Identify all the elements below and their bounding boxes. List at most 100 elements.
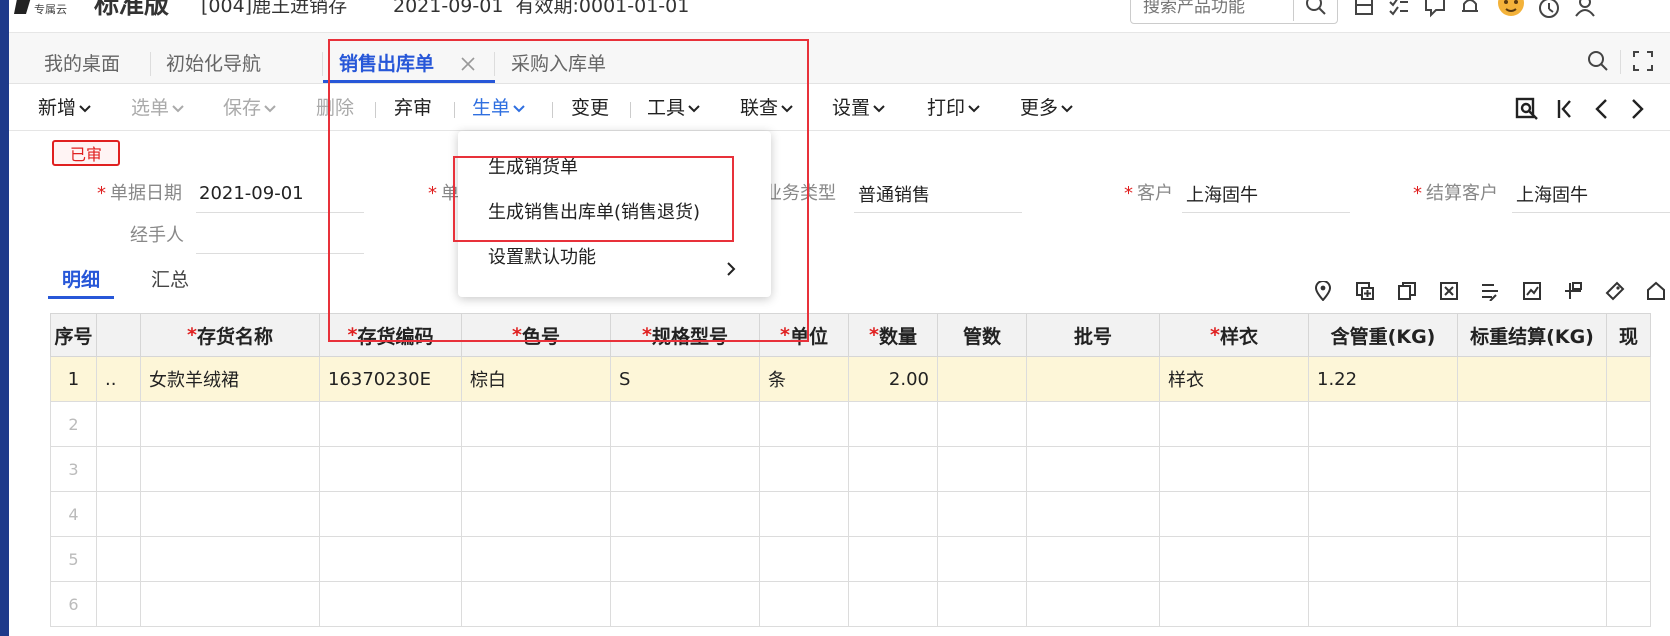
table-cell[interactable]: [97, 402, 141, 447]
table-cell[interactable]: [320, 447, 462, 492]
message-icon[interactable]: [1423, 0, 1447, 18]
table-cell[interactable]: [1027, 582, 1160, 627]
toolbar-item[interactable]: 选单: [131, 96, 184, 120]
table-cell[interactable]: [611, 537, 760, 582]
column-header[interactable]: [97, 313, 141, 357]
toolbar-item[interactable]: 打印: [927, 96, 980, 120]
table-cell[interactable]: [760, 402, 849, 447]
table-cell[interactable]: [141, 492, 320, 537]
table-cell[interactable]: [462, 537, 611, 582]
table-cell[interactable]: [462, 447, 611, 492]
table-cell[interactable]: [1458, 582, 1607, 627]
first-page-icon[interactable]: [1553, 96, 1577, 122]
table-cell[interactable]: 6: [50, 582, 97, 627]
toolbar-item[interactable]: 设置: [832, 96, 885, 120]
table-cell[interactable]: [849, 582, 938, 627]
search-icon[interactable]: [1303, 0, 1329, 17]
table-cell[interactable]: 5: [50, 537, 97, 582]
table-cell[interactable]: [1458, 537, 1607, 582]
table-cell[interactable]: [1607, 402, 1651, 447]
table-cell[interactable]: [1458, 357, 1607, 402]
table-cell[interactable]: [1607, 447, 1651, 492]
location-icon[interactable]: [1312, 280, 1334, 302]
fullscreen-icon[interactable]: [1630, 48, 1656, 74]
table-cell[interactable]: [1458, 447, 1607, 492]
table-cell[interactable]: [97, 447, 141, 492]
table-cell[interactable]: 条: [760, 357, 849, 402]
delete-row-icon[interactable]: [1438, 280, 1460, 302]
table-cell[interactable]: [849, 447, 938, 492]
column-header[interactable]: 批号: [1027, 313, 1160, 357]
table-cell[interactable]: [462, 582, 611, 627]
table-cell[interactable]: [1309, 537, 1458, 582]
tab-init-guide[interactable]: 初始化导航: [166, 52, 261, 76]
table-cell[interactable]: [1309, 582, 1458, 627]
column-header[interactable]: * 数量: [849, 313, 938, 357]
table-cell[interactable]: [938, 402, 1027, 447]
table-cell[interactable]: [1160, 537, 1309, 582]
table-cell[interactable]: [611, 447, 760, 492]
menu-item-set-default[interactable]: 设置默认功能: [488, 246, 596, 270]
biz-type-value[interactable]: 普通销售: [858, 184, 930, 208]
table-cell[interactable]: [1160, 582, 1309, 627]
table-cell[interactable]: 样衣: [1160, 357, 1309, 402]
table-cell[interactable]: [1607, 492, 1651, 537]
table-cell[interactable]: [141, 447, 320, 492]
table-cell[interactable]: [849, 537, 938, 582]
toolbar-item[interactable]: 新增: [38, 96, 91, 120]
table-cell[interactable]: [1309, 447, 1458, 492]
batch-icon[interactable]: [1479, 280, 1501, 302]
table-cell[interactable]: ..: [97, 357, 141, 402]
table-cell[interactable]: [320, 537, 462, 582]
save-icon[interactable]: [1352, 0, 1376, 18]
table-cell[interactable]: [1607, 357, 1651, 402]
table-cell[interactable]: 2.00: [849, 357, 938, 402]
column-header[interactable]: 含管重(KG): [1309, 313, 1458, 357]
table-cell[interactable]: 4: [50, 492, 97, 537]
search-icon[interactable]: [1585, 48, 1611, 74]
user-icon[interactable]: [1573, 0, 1597, 18]
tab-detail[interactable]: 明细: [62, 268, 100, 292]
table-cell[interactable]: [760, 492, 849, 537]
table-cell[interactable]: [1027, 537, 1160, 582]
table-cell[interactable]: 3: [50, 447, 97, 492]
chart-icon[interactable]: [1521, 280, 1543, 302]
table-cell[interactable]: [611, 582, 760, 627]
avatar[interactable]: [1494, 0, 1528, 20]
table-cell[interactable]: [611, 492, 760, 537]
table-cell[interactable]: [320, 402, 462, 447]
table-cell[interactable]: [97, 582, 141, 627]
table-cell[interactable]: [938, 492, 1027, 537]
home-icon[interactable]: [1645, 280, 1667, 302]
table-cell[interactable]: 棕白: [462, 357, 611, 402]
column-header[interactable]: * 样衣: [1160, 313, 1309, 357]
table-cell[interactable]: [938, 357, 1027, 402]
split-icon[interactable]: [1562, 280, 1584, 302]
table-cell[interactable]: [1027, 357, 1160, 402]
column-header[interactable]: 标重结算(KG): [1458, 313, 1607, 357]
table-cell[interactable]: 女款羊绒裙: [141, 357, 320, 402]
settle-customer-value[interactable]: 上海固牛: [1516, 184, 1588, 208]
table-cell[interactable]: 2: [50, 402, 97, 447]
table-cell[interactable]: [1027, 402, 1160, 447]
table-cell[interactable]: [938, 582, 1027, 627]
table-cell[interactable]: [1458, 492, 1607, 537]
table-cell[interactable]: [141, 402, 320, 447]
bell-icon[interactable]: [1458, 0, 1482, 18]
table-cell[interactable]: [1160, 402, 1309, 447]
next-icon[interactable]: [1625, 96, 1649, 122]
table-cell[interactable]: [938, 447, 1027, 492]
table-cell[interactable]: [760, 447, 849, 492]
table-cell[interactable]: [141, 582, 320, 627]
table-cell[interactable]: 16370230E: [320, 357, 462, 402]
column-header[interactable]: 序号: [50, 313, 97, 357]
copy-row-icon[interactable]: [1396, 280, 1418, 302]
table-cell[interactable]: 1.22: [1309, 357, 1458, 402]
search-box[interactable]: [1130, 0, 1338, 24]
table-cell[interactable]: [462, 402, 611, 447]
customer-value[interactable]: 上海固牛: [1186, 184, 1258, 208]
table-cell[interactable]: [760, 582, 849, 627]
table-cell[interactable]: [141, 537, 320, 582]
help-icon[interactable]: [1537, 0, 1561, 20]
table-cell[interactable]: [320, 492, 462, 537]
